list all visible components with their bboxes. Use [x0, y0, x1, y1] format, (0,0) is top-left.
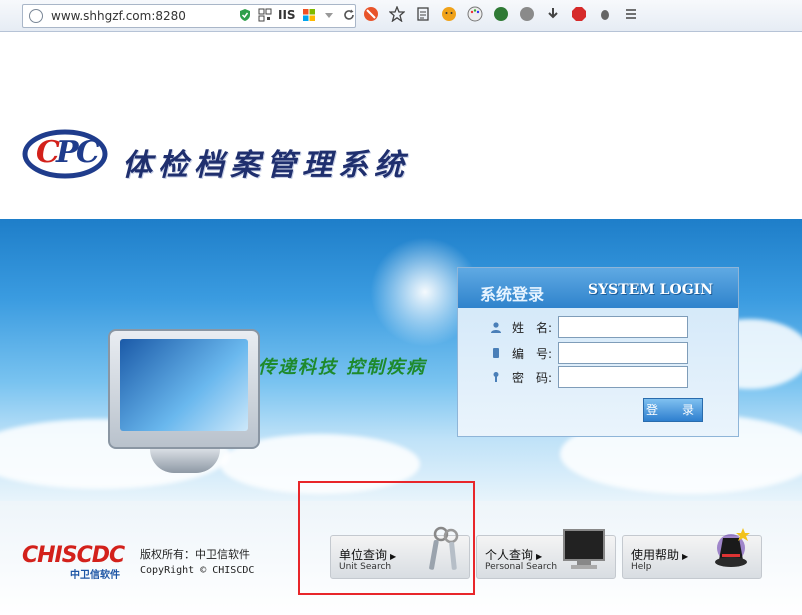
monitor-icon	[563, 529, 605, 569]
monitor-screen	[120, 339, 248, 431]
highlight-box	[298, 481, 475, 595]
chiscdc-logo: CHISCDC 中卫信软件	[22, 543, 125, 581]
copyright: 版权所有：中卫信软件 CopyRight © CHISCDC	[140, 547, 254, 579]
block-icon[interactable]	[363, 6, 379, 22]
field-row-name: 姓 名:	[490, 316, 688, 338]
arrow-right-icon: ▶	[536, 552, 543, 561]
dropdown-icon[interactable]	[322, 8, 336, 22]
download-icon[interactable]	[545, 6, 561, 22]
field-row-password: 密 码:	[490, 366, 688, 388]
key-icon	[493, 372, 499, 382]
monitor-illustration	[108, 329, 260, 449]
field-row-id: 编 号:	[490, 342, 688, 364]
help-button[interactable]: 使用帮助 ▶ Help	[622, 528, 762, 579]
menu-icon[interactable]	[623, 6, 639, 22]
personal-search-en: Personal Search	[485, 562, 558, 572]
password-input[interactable]	[558, 366, 688, 388]
banner: 传递科技 控制疾病 系统登录 SYSTEM LOGIN 姓 名: 编 号: 密 …	[0, 219, 802, 501]
user-icon	[491, 322, 501, 333]
magic-hat-icon	[715, 528, 750, 567]
help-cn: 使用帮助	[631, 548, 680, 562]
help-en: Help	[631, 562, 652, 572]
personal-search-label: 个人查询 ▶	[485, 546, 542, 563]
copyright-en: CopyRight © CHISCDC	[140, 565, 255, 576]
login-panel: 系统登录 SYSTEM LOGIN 姓 名: 编 号: 密 码: 登 录	[457, 267, 739, 437]
id-card-icon	[493, 348, 499, 358]
brand-name: CHISCDC	[22, 543, 125, 568]
green-orb-icon[interactable]	[493, 6, 509, 22]
adblock-icon[interactable]	[571, 6, 587, 22]
iis-badge: IIS	[278, 8, 296, 22]
system-title: 体检档案管理系统	[122, 148, 410, 183]
qr-code-icon[interactable]	[258, 8, 272, 22]
palette-icon[interactable]	[467, 6, 483, 22]
personal-search-button[interactable]: 个人查询 ▶ Personal Search	[476, 529, 616, 579]
name-label: 姓 名:	[512, 320, 553, 335]
face-icon[interactable]	[441, 6, 457, 22]
brand-sub: 中卫信软件	[70, 570, 120, 581]
cdc-logo: C P C	[22, 129, 108, 179]
personal-search-cn: 个人查询	[485, 548, 534, 562]
url-text: www.shhgzf.com:8280	[51, 9, 186, 23]
windows-icon	[302, 9, 315, 21]
login-title-en: SYSTEM LOGIN	[588, 282, 714, 298]
star-icon[interactable]	[389, 6, 405, 22]
login-header: 系统登录 SYSTEM LOGIN	[458, 268, 738, 308]
login-title-cn: 系统登录	[480, 285, 545, 304]
id-label: 编 号:	[512, 346, 553, 361]
header	[0, 33, 802, 219]
password-label: 密 码:	[512, 370, 553, 385]
slogan: 传递科技 控制疾病	[258, 357, 427, 378]
login-button[interactable]: 登 录	[643, 398, 703, 422]
gray-orb-icon[interactable]	[519, 6, 535, 22]
address-bar[interactable]: www.shhgzf.com:8280 IIS	[22, 4, 356, 28]
arrow-right-icon: ▶	[682, 552, 689, 561]
reload-icon[interactable]	[342, 8, 356, 22]
id-input[interactable]	[558, 342, 688, 364]
browser-toolbar: www.shhgzf.com:8280 IIS	[0, 0, 802, 32]
help-label: 使用帮助 ▶	[631, 546, 688, 563]
shield-check-icon[interactable]	[238, 8, 252, 22]
svg-text:C: C	[76, 135, 100, 170]
name-input[interactable]	[558, 316, 688, 338]
bug-icon[interactable]	[597, 6, 613, 22]
globe-icon	[29, 9, 43, 23]
clipboard-icon[interactable]	[415, 6, 431, 22]
copyright-cn: 版权所有：中卫信软件	[140, 548, 250, 561]
